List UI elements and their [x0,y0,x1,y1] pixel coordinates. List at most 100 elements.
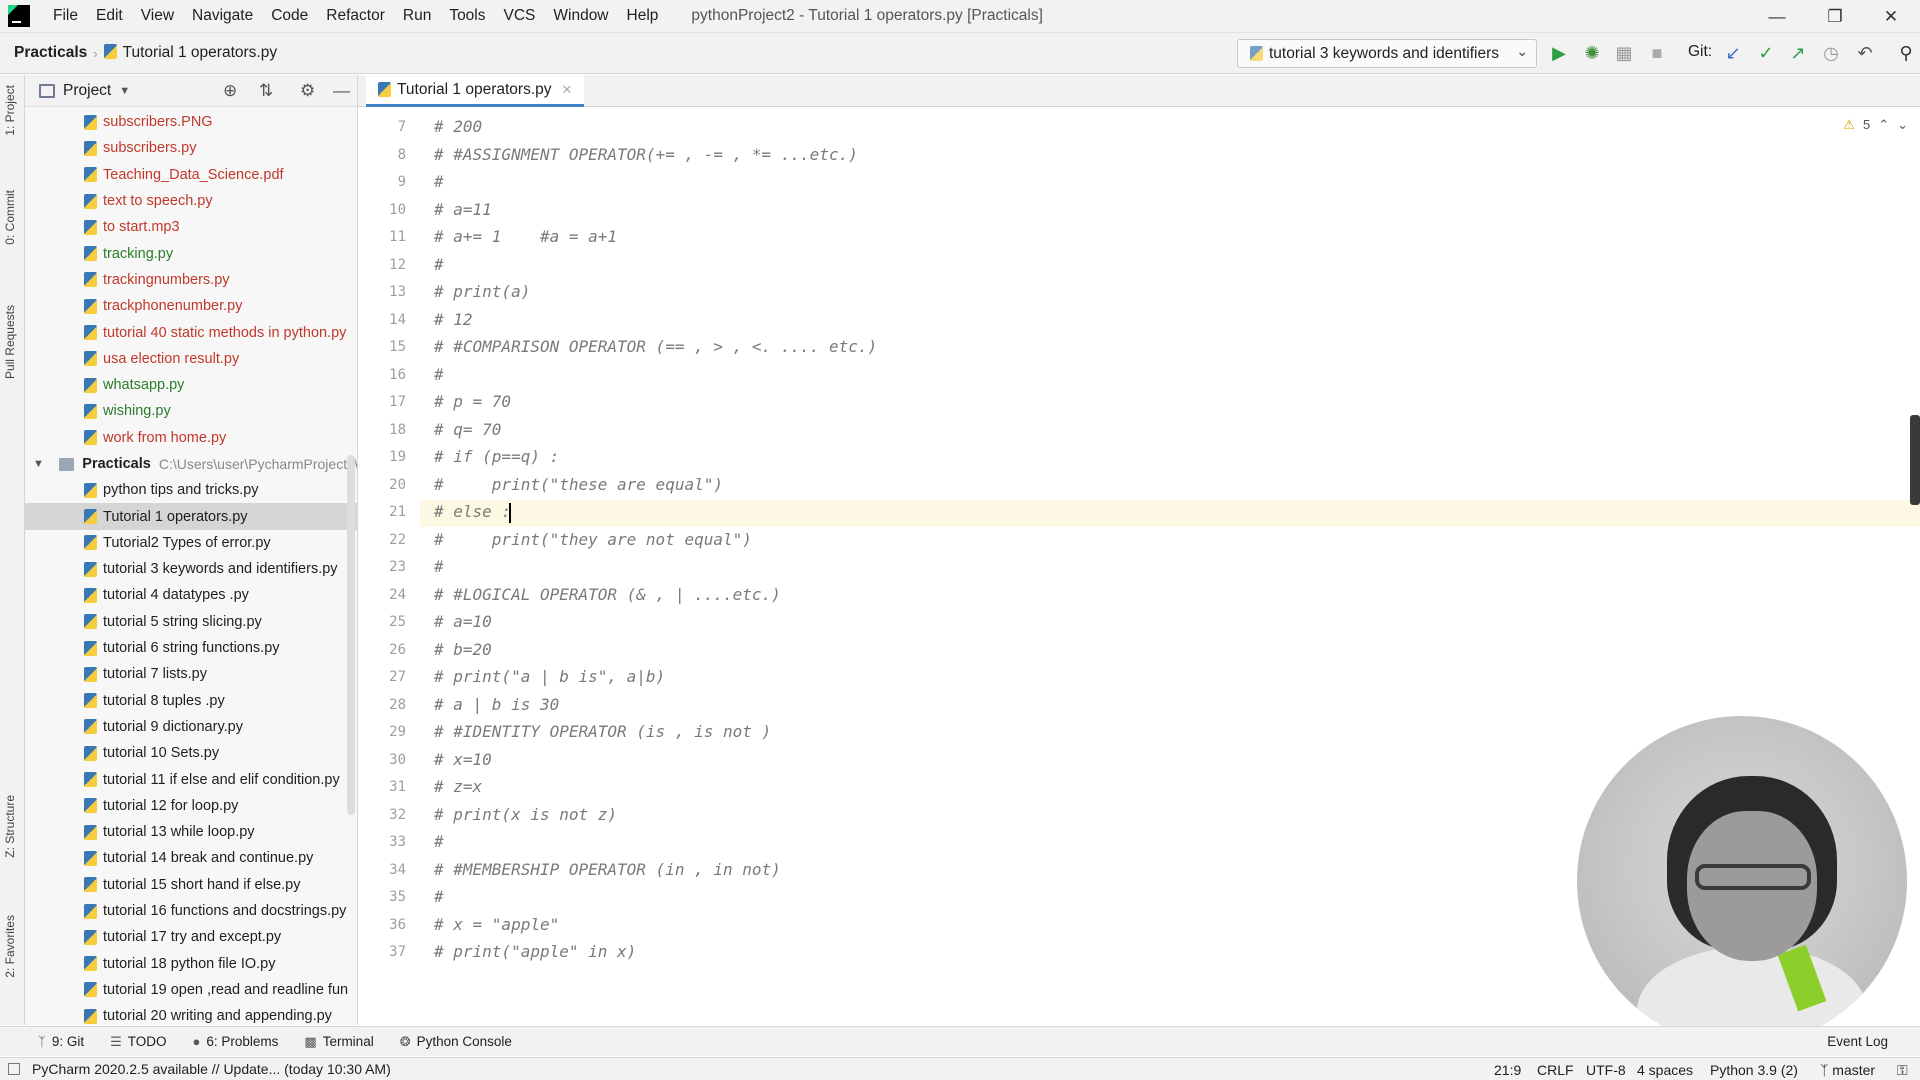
collapse-icon[interactable]: ⇅ [259,81,273,101]
close-window-button[interactable]: ✕ [1862,0,1920,33]
history-icon[interactable]: ◷ [1820,42,1842,64]
run-configuration-dropdown[interactable]: tutorial 3 keywords and identifiers ⌄ [1237,39,1537,68]
code-line[interactable]: # print(a) [434,282,530,301]
code-line[interactable]: # print(x is not z) [434,805,617,824]
tool-structure-tab[interactable]: Z: Structure [3,795,21,858]
restore-window-button[interactable]: ❐ [1806,0,1864,33]
code-line[interactable]: # q= 70 [434,420,501,439]
tree-file-item[interactable]: tutorial 40 static methods in python.py [25,319,357,345]
code-line[interactable]: # [434,557,444,576]
chevron-down-icon[interactable]: ▼ [33,458,49,470]
code-line[interactable]: # b=20 [434,640,492,659]
code-line[interactable]: # a=11 [434,200,492,219]
code-line[interactable]: # [434,887,444,906]
menu-run[interactable]: Run [394,7,440,25]
tree-file-item[interactable]: work from home.py [25,425,357,451]
code-line[interactable]: # [434,172,444,191]
tree-file-item[interactable]: to start.mp3 [25,214,357,240]
locate-icon[interactable]: ⊕ [223,81,237,101]
tree-file-item[interactable]: tracking.py [25,240,357,266]
code-line[interactable]: # print("a | b is", a|b) [434,667,665,686]
menu-code[interactable]: Code [262,7,317,25]
code-line[interactable]: # x = "apple" [434,915,559,934]
code-line[interactable]: # 200 [434,117,482,136]
menu-tools[interactable]: Tools [440,7,494,25]
code-line[interactable]: # [434,365,444,384]
tree-file-item[interactable]: tutorial 20 writing and appending.py [25,1003,357,1025]
tree-file-item[interactable]: tutorial 10 Sets.py [25,740,357,766]
tree-file-item[interactable]: tutorial 11 if else and elif condition.p… [25,766,357,792]
menu-edit[interactable]: Edit [87,7,132,25]
tree-file-item[interactable]: tutorial 13 while loop.py [25,819,357,845]
tree-file-item[interactable]: text to speech.py [25,188,357,214]
git-branch[interactable]: ᛉ master [1820,1062,1875,1078]
tool-git-tab[interactable]: ᛉ 9: Git [38,1034,84,1049]
stop-icon[interactable]: ■ [1646,42,1668,64]
tree-file-item[interactable]: tutorial 7 lists.py [25,661,357,687]
project-pane-title[interactable]: Project [63,82,111,100]
code-line[interactable]: # print("they are not equal") [434,530,752,549]
code-line[interactable]: # 12 [434,310,473,329]
tool-problems-tab[interactable]: ● 6: Problems [193,1034,279,1049]
menu-window[interactable]: Window [544,7,617,25]
run-icon[interactable]: ▶ [1548,42,1570,64]
project-pane-scrollbar[interactable] [347,455,355,815]
rollback-icon[interactable]: ↶ [1854,42,1876,64]
tree-file-item[interactable]: tutorial 15 short hand if else.py [25,872,357,898]
menu-file[interactable]: File [44,7,87,25]
tree-folder-practicals[interactable]: ▼ Practicals C:\Users\user\PycharmProjec… [25,451,357,477]
tool-favorites-tab[interactable]: 2: Favorites [3,915,21,978]
code-line[interactable]: # #MEMBERSHIP OPERATOR (in , in not) [434,860,781,879]
code-line[interactable]: # x=10 [434,750,492,769]
tree-file-item[interactable]: tutorial 16 functions and docstrings.py [25,898,357,924]
code-line[interactable]: # [434,832,444,851]
menu-help[interactable]: Help [618,7,668,25]
code-line[interactable]: # #ASSIGNMENT OPERATOR(+= , -= , *= ...e… [434,145,858,164]
tree-file-item[interactable]: python tips and tricks.py [25,477,357,503]
tree-file-item[interactable]: tutorial 14 break and continue.py [25,845,357,871]
breadcrumb-file[interactable]: Tutorial 1 operators.py [103,44,277,62]
tree-file-item[interactable]: whatsapp.py [25,372,357,398]
status-toggle-icon[interactable] [8,1063,20,1075]
code-line[interactable]: # a=10 [434,612,492,631]
gear-icon[interactable]: ⚙ [300,81,315,101]
tree-file-item[interactable]: tutorial 8 tuples .py [25,688,357,714]
chevron-down-icon[interactable]: ▼ [119,85,130,97]
tree-file-item[interactable]: trackingnumbers.py [25,267,357,293]
tree-file-item[interactable]: usa election result.py [25,346,357,372]
code-line[interactable]: # a | b is 30 [434,695,559,714]
tool-commit-tab[interactable]: 0: Commit [3,190,21,245]
code-line[interactable]: # print("these are equal") [434,475,723,494]
lock-icon[interactable]: ⚿ [1897,1062,1908,1079]
code-line[interactable]: # print("apple" in x) [434,942,636,961]
debug-icon[interactable]: ✺ [1581,42,1603,64]
event-log-tab[interactable]: Event Log [1827,1034,1888,1049]
tree-file-item[interactable]: Teaching_Data_Science.pdf [25,162,357,188]
tree-file-item[interactable]: tutorial 6 string functions.py [25,635,357,661]
code-line[interactable]: # [434,255,444,274]
git-push-icon[interactable]: ↗ [1787,42,1809,64]
tree-file-item[interactable]: subscribers.py [25,135,357,161]
minimize-window-button[interactable]: — [1748,0,1806,33]
tree-file-item[interactable]: tutorial 3 keywords and identifiers.py [25,556,357,582]
menu-vcs[interactable]: VCS [495,7,545,25]
git-commit-icon[interactable]: ✓ [1755,42,1777,64]
tree-file-item[interactable]: tutorial 5 string slicing.py [25,609,357,635]
caret-position[interactable]: 21:9 [1494,1062,1521,1078]
editor-scrollbar[interactable] [1910,415,1920,505]
git-update-icon[interactable]: ↙ [1722,42,1744,64]
tool-todo-tab[interactable]: ☰ TODO [110,1034,166,1050]
code-line[interactable]: # #LOGICAL OPERATOR (& , | ....etc.) [434,585,781,604]
inspection-widget[interactable]: ⚠ 5 ⌃ ⌄ [1843,117,1908,133]
code-line[interactable]: # else : [434,502,511,521]
code-line[interactable]: # p = 70 [434,392,511,411]
tree-file-item[interactable]: tutorial 4 datatypes .py [25,582,357,608]
indent-setting[interactable]: 4 spaces [1637,1062,1693,1078]
tool-project-tab[interactable]: 1: Project [3,85,21,136]
file-encoding[interactable]: UTF-8 [1586,1062,1626,1078]
tree-file-item[interactable]: Tutorial 1 operators.py [25,503,357,530]
tree-file-item[interactable]: tutorial 17 try and except.py [25,924,357,950]
tab-tutorial-1-operators[interactable]: Tutorial 1 operators.py ✕ [366,75,585,107]
code-line[interactable]: # #COMPARISON OPERATOR (== , > , <. ....… [434,337,877,356]
chevron-down-icon[interactable]: ⌄ [1897,117,1908,133]
